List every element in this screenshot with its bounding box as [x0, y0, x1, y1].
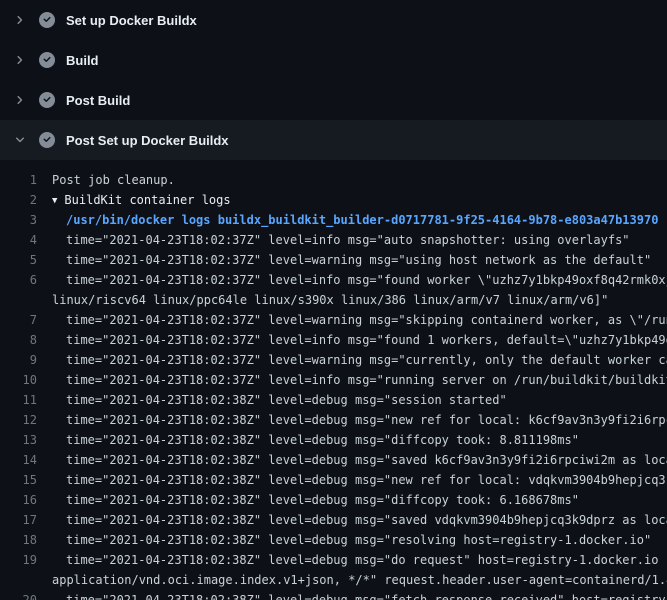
- log-line: 12time="2021-04-23T18:02:38Z" level=debu…: [0, 410, 667, 430]
- log-line: 17time="2021-04-23T18:02:38Z" level=debu…: [0, 510, 667, 530]
- log-line-text: time="2021-04-23T18:02:38Z" level=debug …: [52, 470, 667, 490]
- log-line-text: time="2021-04-23T18:02:37Z" level=info m…: [52, 270, 667, 290]
- log-line-number[interactable]: 18: [0, 530, 52, 550]
- group-collapse-icon[interactable]: ▼: [52, 191, 57, 210]
- log-line-text: time="2021-04-23T18:02:38Z" level=debug …: [52, 410, 667, 430]
- log-line: 5time="2021-04-23T18:02:37Z" level=warni…: [0, 250, 667, 270]
- log-line-text: time="2021-04-23T18:02:38Z" level=debug …: [52, 530, 667, 550]
- log-line: 10time="2021-04-23T18:02:37Z" level=info…: [0, 370, 667, 390]
- log-line-text: application/vnd.oci.image.index.v1+json,…: [52, 570, 667, 590]
- workflow-log-viewer: Set up Docker Buildx Build Post Build: [0, 0, 667, 600]
- chevron-right-icon: [14, 54, 26, 66]
- log-line-text: time="2021-04-23T18:02:37Z" level=info m…: [52, 370, 667, 390]
- chevron-right-icon: [14, 94, 26, 106]
- log-line-text: time="2021-04-23T18:02:37Z" level=warnin…: [52, 350, 667, 370]
- log-line: 14time="2021-04-23T18:02:38Z" level=debu…: [0, 450, 667, 470]
- log-line: 7time="2021-04-23T18:02:37Z" level=warni…: [0, 310, 667, 330]
- log-line-text: Post job cleanup.: [52, 170, 667, 190]
- log-line: linux/riscv64 linux/ppc64le linux/s390x …: [0, 290, 667, 310]
- log-line-number[interactable]: 3: [0, 210, 52, 230]
- log-line: 20time="2021-04-23T18:02:38Z" level=debu…: [0, 590, 667, 600]
- log-line-number[interactable]: 20: [0, 590, 52, 600]
- log-line: 4time="2021-04-23T18:02:37Z" level=info …: [0, 230, 667, 250]
- log-line: 6time="2021-04-23T18:02:37Z" level=info …: [0, 270, 667, 290]
- chevron-right-icon: [14, 14, 26, 26]
- log-line-number[interactable]: 17: [0, 510, 52, 530]
- log-line-number[interactable]: 14: [0, 450, 52, 470]
- log-line-number[interactable]: 1: [0, 170, 52, 190]
- log-line-number[interactable]: 19: [0, 550, 52, 570]
- step-label: Set up Docker Buildx: [66, 13, 197, 28]
- log-line-number[interactable]: 10: [0, 370, 52, 390]
- step-list: Set up Docker Buildx Build Post Build: [0, 0, 667, 160]
- log-line-number[interactable]: 7: [0, 310, 52, 330]
- log-line: 1Post job cleanup.: [0, 170, 667, 190]
- log-line-text: linux/riscv64 linux/ppc64le linux/s390x …: [52, 290, 667, 310]
- chevron-down-icon: [14, 134, 26, 146]
- log-line-text: time="2021-04-23T18:02:38Z" level=debug …: [52, 590, 667, 600]
- log-line: application/vnd.oci.image.index.v1+json,…: [0, 570, 667, 590]
- log-line-text: time="2021-04-23T18:02:37Z" level=info m…: [52, 330, 667, 350]
- log-line-text: time="2021-04-23T18:02:38Z" level=debug …: [52, 550, 667, 570]
- step-header-setup-docker-buildx[interactable]: Set up Docker Buildx: [0, 0, 667, 40]
- check-circle-icon: [39, 132, 55, 148]
- log-line: 13time="2021-04-23T18:02:38Z" level=debu…: [0, 430, 667, 450]
- log-line-number[interactable]: 4: [0, 230, 52, 250]
- log-line: 15time="2021-04-23T18:02:38Z" level=debu…: [0, 470, 667, 490]
- log-line: 19time="2021-04-23T18:02:38Z" level=debu…: [0, 550, 667, 570]
- log-line-number[interactable]: 9: [0, 350, 52, 370]
- log-line-text: time="2021-04-23T18:02:37Z" level=warnin…: [52, 250, 667, 270]
- log-line-number[interactable]: 16: [0, 490, 52, 510]
- step-label: Post Set up Docker Buildx: [66, 133, 229, 148]
- log-line-number[interactable]: 11: [0, 390, 52, 410]
- log-line-text: time="2021-04-23T18:02:37Z" level=info m…: [52, 230, 667, 250]
- log-line-number[interactable]: 13: [0, 430, 52, 450]
- log-line-text: time="2021-04-23T18:02:38Z" level=debug …: [52, 390, 667, 410]
- log-line-text: time="2021-04-23T18:02:38Z" level=debug …: [52, 430, 667, 450]
- log-line-text: time="2021-04-23T18:02:37Z" level=warnin…: [52, 310, 667, 330]
- step-header-post-setup-docker-buildx[interactable]: Post Set up Docker Buildx: [0, 120, 667, 160]
- log-line-number: [0, 290, 52, 310]
- log-line-text: time="2021-04-23T18:02:38Z" level=debug …: [52, 510, 667, 530]
- step-label: Build: [66, 53, 99, 68]
- check-circle-icon: [39, 92, 55, 108]
- log-line: 2▼BuildKit container logs: [0, 190, 667, 210]
- log-line-number[interactable]: 6: [0, 270, 52, 290]
- log-line-text: time="2021-04-23T18:02:38Z" level=debug …: [52, 490, 667, 510]
- log-line-number[interactable]: 15: [0, 470, 52, 490]
- log-line: 8time="2021-04-23T18:02:37Z" level=info …: [0, 330, 667, 350]
- log-line: 18time="2021-04-23T18:02:38Z" level=debu…: [0, 530, 667, 550]
- log-line: 11time="2021-04-23T18:02:38Z" level=debu…: [0, 390, 667, 410]
- log-line-number: [0, 570, 52, 590]
- log-line-number[interactable]: 5: [0, 250, 52, 270]
- check-circle-icon: [39, 52, 55, 68]
- step-label: Post Build: [66, 93, 130, 108]
- log-line-text: time="2021-04-23T18:02:38Z" level=debug …: [52, 450, 667, 470]
- log-group-title[interactable]: ▼BuildKit container logs: [52, 190, 667, 210]
- log-line: 9time="2021-04-23T18:02:37Z" level=warni…: [0, 350, 667, 370]
- log-line-number[interactable]: 12: [0, 410, 52, 430]
- log-area[interactable]: 1Post job cleanup.2▼BuildKit container l…: [0, 160, 667, 600]
- step-header-build[interactable]: Build: [0, 40, 667, 80]
- log-line: 16time="2021-04-23T18:02:38Z" level=debu…: [0, 490, 667, 510]
- log-line-number[interactable]: 2: [0, 190, 52, 210]
- step-header-post-build[interactable]: Post Build: [0, 80, 667, 120]
- log-line-number[interactable]: 8: [0, 330, 52, 350]
- check-circle-icon: [39, 12, 55, 28]
- log-command-text: /usr/bin/docker logs buildx_buildkit_bui…: [52, 210, 667, 230]
- log-line: 3/usr/bin/docker logs buildx_buildkit_bu…: [0, 210, 667, 230]
